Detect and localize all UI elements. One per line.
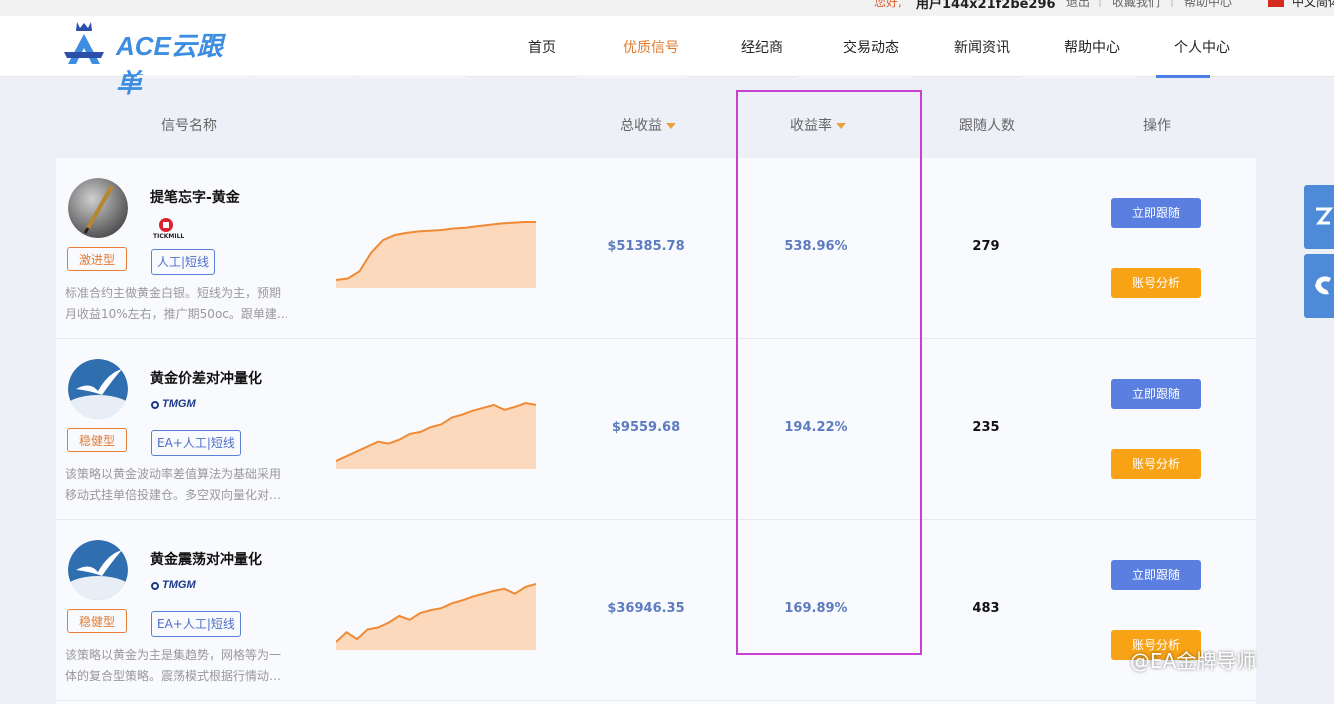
sparkline-area [336,222,536,288]
follower-count: 279 [972,239,1000,254]
equity-sparkline [336,401,536,469]
nav-news[interactable]: 新闻资讯 [954,37,1010,57]
avatar[interactable] [68,178,128,238]
analyze-button[interactable]: 账号分析 [1111,449,1201,479]
favorite-link[interactable]: 收藏我们 [1112,0,1160,10]
total-profit: $9559.68 [611,420,681,435]
follower-count: 235 [972,420,1000,435]
seagull-avatar-icon [68,359,128,419]
pen-avatar-icon [68,178,128,238]
follower-count: 483 [972,601,1000,616]
risk-tag: 稳健型 [67,609,127,633]
description-line: 该策略以黄金为主是集趋势，网格等为一 [65,648,282,662]
phone-icon [1315,276,1331,295]
header-actions: 操作 [1143,118,1171,134]
nav-signals[interactable]: 优质信号 [623,37,679,57]
signal-description: 该策略以黄金波动率差值算法为基础采用 移动式挂单倍投建仓。多空双向量化对… [65,464,287,506]
risk-tag: 激进型 [67,247,127,271]
header-followers: 跟随人数 [959,118,1015,134]
signal-row: 提笔忘字-黄金 TICKMILL 激进型 人工|短线 标准合约主做黄金白银。短线… [56,158,1256,339]
signal-description: 该策略以黄金为主是集趋势，网格等为一 体的复合型策略。震荡模式根据行情动… [65,645,287,687]
chat-icon [1315,207,1333,225]
seagull-avatar-icon [68,540,128,600]
description-line: 移动式挂单倍投建仓。多空双向量化对… [65,488,282,502]
nav-help-center[interactable]: 帮助中心 [1064,37,1120,57]
header-total-profit[interactable]: 总收益 [620,115,676,135]
equity-sparkline [336,583,536,650]
strategy-type-tag: EA+人工|短线 [151,611,241,637]
signal-row: 黄金价差对冲量化 TMGM 稳健型 EA+人工|短线 该策略以黄金波动率差值算法… [56,339,1256,520]
broker-name: TMGM [162,579,196,591]
signal-name[interactable]: 黄金震荡对冲量化 [150,549,262,569]
broker-name: TMGM [162,398,196,410]
tmgm-logo-icon [151,582,159,590]
china-flag-icon[interactable] [1268,0,1284,7]
signal-name[interactable]: 黄金价差对冲量化 [150,368,262,388]
signal-list: 提笔忘字-黄金 TICKMILL 激进型 人工|短线 标准合约主做黄金白银。短线… [56,158,1256,704]
highlight-box [736,90,922,655]
separator: | [1170,0,1175,7]
follow-button[interactable]: 立即跟随 [1111,198,1201,228]
username-text: 用户144x21f2be296 [916,0,1056,12]
site-logo[interactable]: ACE云跟单 [64,18,244,98]
risk-tag: 稳健型 [67,428,127,452]
strategy-type-tag: 人工|短线 [151,249,216,275]
analyze-button[interactable]: 账号分析 [1111,268,1201,298]
signal-name[interactable]: 提笔忘字-黄金 [150,187,240,207]
follow-button[interactable]: 立即跟随 [1111,379,1201,409]
sparkline-area [336,403,536,469]
language-switch[interactable]: 中文简体 [1292,0,1334,10]
top-strip: 您好, 用户144x21f2be296 退出 | 收藏我们 | 帮助中心 中文简… [0,0,1334,16]
side-phone-button[interactable] [1304,254,1334,318]
description-line: 该策略以黄金波动率差值算法为基础采用 [65,467,282,481]
table-header: 信号名称 总收益 收益率 跟随人数 操作 [0,78,1334,158]
help-link[interactable]: 帮助中心 [1184,0,1232,10]
description-line: 体的复合型策略。震荡模式根据行情动… [65,669,282,683]
follow-button[interactable]: 立即跟随 [1111,560,1201,590]
logout-link[interactable]: 退出 [1066,0,1090,10]
tmgm-logo-icon [151,401,159,409]
nav-brokers[interactable]: 经纪商 [741,37,783,57]
avatar[interactable] [68,359,128,419]
total-profit: $51385.78 [607,239,685,254]
total-profit: $36946.35 [607,601,685,616]
signal-description: 标准合约主做黄金白银。短线为主，预期 月收益10%左右，推广期50oc。跟单建… [65,283,287,325]
description-line: 月收益10%左右，推广期50oc。跟单建… [65,307,287,321]
nav-personal-center[interactable]: 个人中心 [1174,37,1230,57]
side-qq-button[interactable] [1304,185,1334,249]
ace-logo-icon [64,22,104,64]
nav-trading-activity[interactable]: 交易动态 [843,37,899,57]
caret-down-icon[interactable] [666,123,676,129]
broker-logo: TICKMILL [151,216,187,242]
avatar[interactable] [68,540,128,600]
description-line: 标准合约主做黄金白银。短线为主，预期 [65,286,282,300]
watermark-text: @EA金牌导师 [1130,649,1257,673]
separator: | [1098,0,1103,7]
signal-row: 黄金震荡对冲量化 TMGM 稳健型 EA+人工|短线 该策略以黄金为主是集趋势，… [56,520,1256,701]
site-header: ACE云跟单 首页 优质信号 经纪商 交易动态 新闻资讯 帮助中心 个人中心 [0,16,1334,98]
nav-home[interactable]: 首页 [528,37,556,57]
header-signal-name: 信号名称 [161,118,217,134]
sparkline-area [336,584,536,650]
strategy-type-tag: EA+人工|短线 [151,430,241,456]
equity-sparkline [336,221,536,288]
greeting-text: 您好, [874,0,902,9]
broker-name: TICKMILL [153,233,185,240]
header-total-profit-label: 总收益 [620,118,662,134]
